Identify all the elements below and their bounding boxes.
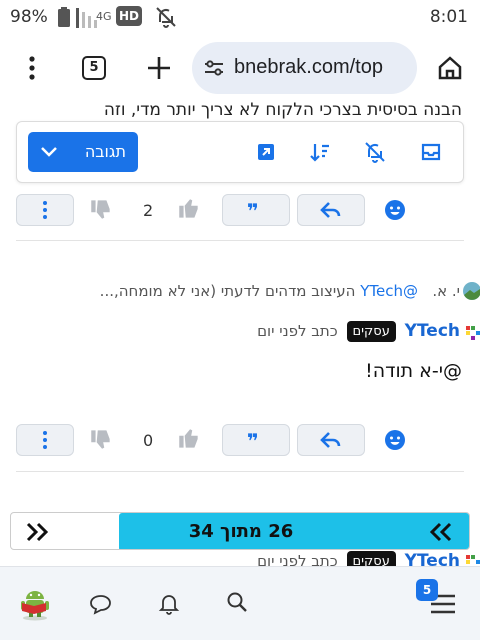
- author-name[interactable]: YTech: [405, 321, 460, 341]
- quote-button[interactable]: ❞: [222, 194, 290, 226]
- battery-percent: 98%: [10, 7, 48, 27]
- battery-icon: [58, 7, 70, 27]
- reply-button[interactable]: [297, 194, 365, 226]
- more-vertical-icon: [41, 200, 49, 220]
- quote-author: י. א.: [432, 282, 460, 300]
- double-chevron-left-icon[interactable]: [427, 521, 453, 543]
- bottom-navigation: 5: [0, 566, 480, 640]
- quote-button[interactable]: ❞: [222, 424, 290, 456]
- search-icon[interactable]: [226, 591, 248, 613]
- quote-icon: ❞: [247, 199, 259, 223]
- hd-badge: HD: [116, 6, 142, 26]
- thumbs-down-icon[interactable]: [88, 426, 114, 452]
- status-bar: 98% 4G HD 8:01: [0, 0, 480, 34]
- double-chevron-right-icon[interactable]: [25, 521, 51, 543]
- tab-switcher-button[interactable]: 5: [82, 56, 106, 80]
- previous-post-text: הבנה בסיסית בצרכי הלקוח לא צריך יותר מדי…: [103, 100, 462, 120]
- more-vertical-icon: [41, 430, 49, 450]
- emoji-reaction-icon[interactable]: [384, 199, 406, 221]
- chat-icon[interactable]: [90, 593, 112, 615]
- network-type: 4G: [96, 10, 112, 23]
- quote-mention: @YTech: [360, 282, 418, 300]
- post-menu-button[interactable]: [16, 424, 74, 456]
- vote-count: 2: [143, 201, 154, 220]
- post-divider: [16, 471, 464, 472]
- quoted-post-preview[interactable]: י. א. @YTech העיצוב מדהים לדעתי (אני לא …: [99, 282, 480, 300]
- post-menu-button[interactable]: [16, 194, 74, 226]
- home-icon[interactable]: [436, 54, 464, 82]
- pagination-label: 26 מתוך 34: [188, 521, 294, 542]
- post-body: @י-א תודה!: [365, 360, 462, 382]
- menu-dots-icon[interactable]: [22, 54, 42, 82]
- thumbs-down-icon[interactable]: [88, 196, 114, 222]
- group-badge[interactable]: עסקים: [346, 321, 396, 342]
- reply-label: תגובה: [84, 142, 126, 161]
- emoji-reaction-icon[interactable]: [384, 429, 406, 451]
- notifications-off-icon: [154, 5, 178, 29]
- post-divider: [16, 240, 464, 241]
- reply-arrow-icon: [320, 200, 342, 220]
- chevron-down-icon: [40, 143, 58, 161]
- sort-icon[interactable]: [308, 140, 332, 164]
- address-bar[interactable]: bnebrak.com/top: [192, 42, 417, 94]
- post-timestamp[interactable]: כתב לפני יום: [257, 322, 338, 340]
- bell-icon[interactable]: [158, 591, 180, 615]
- url-text: bnebrak.com/top: [234, 56, 383, 78]
- open-external-icon[interactable]: [254, 140, 278, 164]
- notification-count-badge: 5: [416, 579, 438, 601]
- site-settings-icon[interactable]: [202, 56, 226, 80]
- post-author-line: YTech עסקים כתב לפני יום: [257, 321, 480, 347]
- new-tab-icon[interactable]: [145, 54, 173, 82]
- reply-dropdown-button[interactable]: תגובה: [28, 132, 138, 172]
- avatar: [462, 281, 480, 301]
- thumbs-up-icon[interactable]: [176, 196, 202, 222]
- post-pagination[interactable]: 26 מתוך 34: [10, 512, 470, 550]
- ytech-avatar-icon: [464, 324, 480, 342]
- notifications-off-icon[interactable]: [363, 140, 387, 164]
- reply-button[interactable]: [297, 424, 365, 456]
- quote-icon: ❞: [247, 429, 259, 453]
- signal-bars-icon: [76, 6, 98, 28]
- quote-text: העיצוב מדהים לדעתי (אני לא מומחה,...: [99, 282, 356, 300]
- reply-arrow-icon: [320, 430, 342, 450]
- user-avatar[interactable]: [18, 585, 52, 621]
- topic-toolbar: תגובה: [16, 121, 464, 183]
- browser-toolbar: 5 bnebrak.com/top: [0, 34, 480, 104]
- inbox-icon[interactable]: [419, 140, 443, 164]
- clock: 8:01: [429, 7, 468, 27]
- thumbs-up-icon[interactable]: [176, 426, 202, 452]
- vote-count: 0: [143, 431, 154, 450]
